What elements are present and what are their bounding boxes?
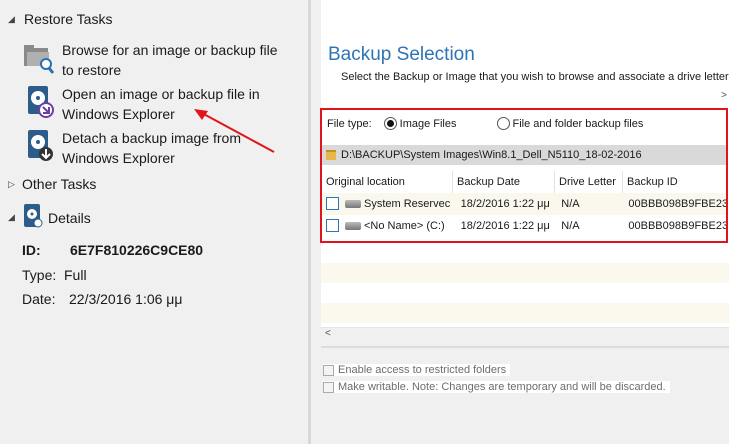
horizontal-scrollbar[interactable]: < [321, 327, 729, 342]
scroll-left-arrow[interactable]: < [325, 328, 331, 339]
details-title: Details [48, 209, 91, 226]
highlight-box [320, 108, 728, 243]
other-tasks-title: Other Tasks [22, 176, 97, 192]
detail-type-row: Type: Full [22, 267, 87, 283]
backup-selection-panel: Backup Selection Select the Backup or Im… [311, 0, 729, 444]
open-image-icon [22, 84, 58, 120]
scroll-right-arrow[interactable]: > [721, 90, 727, 101]
browse-task-line1: Browse for an image or backup file [62, 42, 278, 58]
panel-subtitle: Select the Backup or Image that you wish… [341, 71, 729, 83]
type-label: Type: [22, 267, 57, 283]
panel-title: Backup Selection [328, 44, 475, 65]
restricted-label: Enable access to restricted folders [338, 364, 507, 376]
expanded-triangle-icon: ◢ [8, 212, 15, 222]
annotation-arrow [194, 109, 275, 153]
detach-image-icon [22, 128, 58, 164]
type-value: Full [64, 267, 87, 283]
details-image-icon [22, 203, 44, 232]
restricted-folders-option[interactable]: Enable access to restricted folders [323, 364, 511, 376]
date-value: 22/3/2016 1:06 μμ [69, 291, 183, 307]
date-label: Date: [22, 291, 56, 307]
detail-date-row: Date: 22/3/2016 1:06 μμ [22, 291, 182, 307]
id-value: 6E7F810226C9CE80 [70, 242, 204, 258]
separator [321, 346, 729, 348]
details-header[interactable]: ◢ Details [8, 203, 91, 232]
folder-search-icon [22, 40, 58, 76]
collapsed-triangle-icon: ▷ [8, 178, 15, 189]
writable-label: Make writable. Note: Changes are tempora… [338, 381, 666, 393]
task-pane: ◢ Restore Tasks Browse for an image or b… [0, 0, 308, 444]
expanded-triangle-icon: ◢ [8, 13, 15, 24]
restore-tasks-title: Restore Tasks [24, 11, 113, 27]
open-task-line1: Open an image or backup file in [62, 86, 260, 102]
id-label: ID: [22, 242, 41, 258]
restore-tasks-header[interactable]: ◢ Restore Tasks [8, 11, 112, 27]
empty-rows [321, 243, 729, 329]
writable-checkbox[interactable] [323, 381, 334, 393]
restricted-checkbox[interactable] [323, 364, 334, 376]
other-tasks-header[interactable]: ▷ Other Tasks [8, 176, 96, 192]
browse-image-task[interactable]: Browse for an image or backup file to re… [22, 40, 278, 80]
browse-task-line2: to restore [62, 62, 122, 78]
detail-id-row: ID: 6E7F810226C9CE80 [22, 242, 203, 258]
writable-option[interactable]: Make writable. Note: Changes are tempora… [323, 381, 670, 393]
